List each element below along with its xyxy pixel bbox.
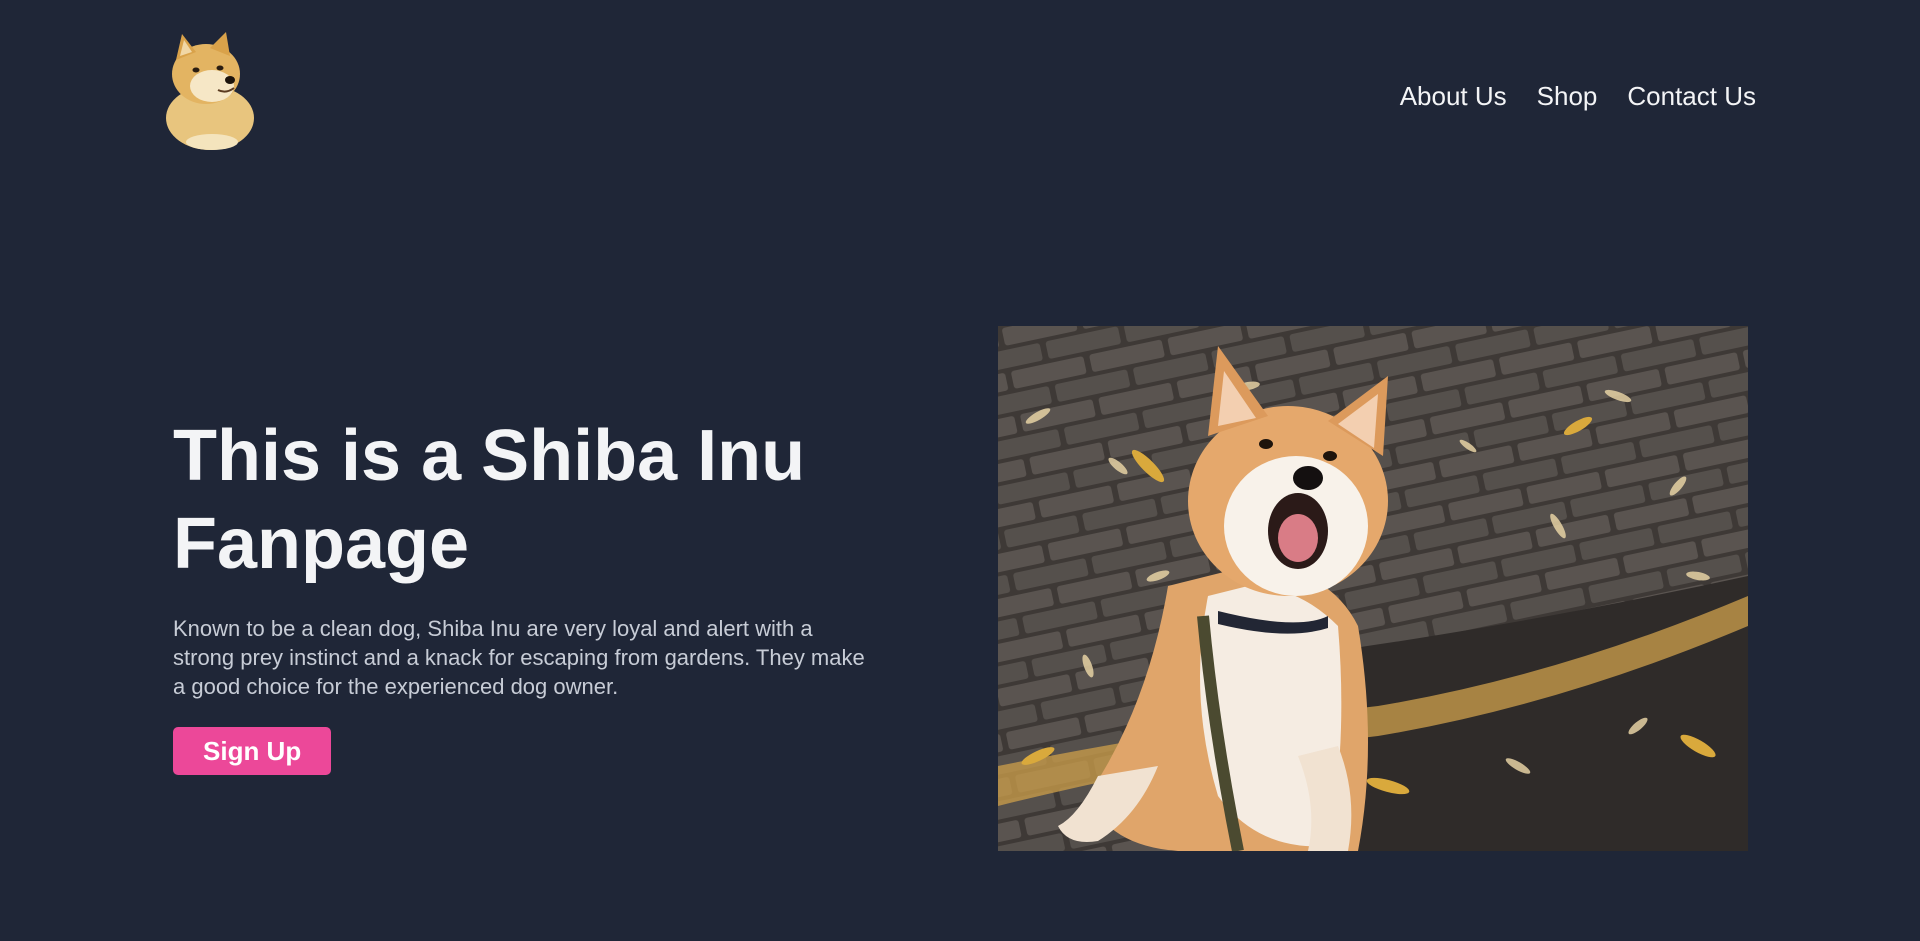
nav-about-us-link[interactable]: About Us [1400,80,1507,112]
hero-title: This is a Shiba Inu Fanpage [173,416,806,584]
hero-photo [998,326,1748,851]
hero-description: Known to be a clean dog, Shiba Inu are v… [173,616,865,699]
nav-shop-link[interactable]: Shop [1537,80,1598,112]
sign-up-button[interactable]: Sign Up [173,727,332,775]
doge-logo-icon[interactable] [160,30,260,154]
page: About Us Shop Contact Us This is a Shiba… [0,0,1920,941]
nav-contact-us-link[interactable]: Contact Us [1627,80,1756,112]
main-nav: About Us Shop Contact Us [1400,80,1756,112]
hero-text: This is a Shiba Inu Fanpage Known to be … [173,412,893,775]
